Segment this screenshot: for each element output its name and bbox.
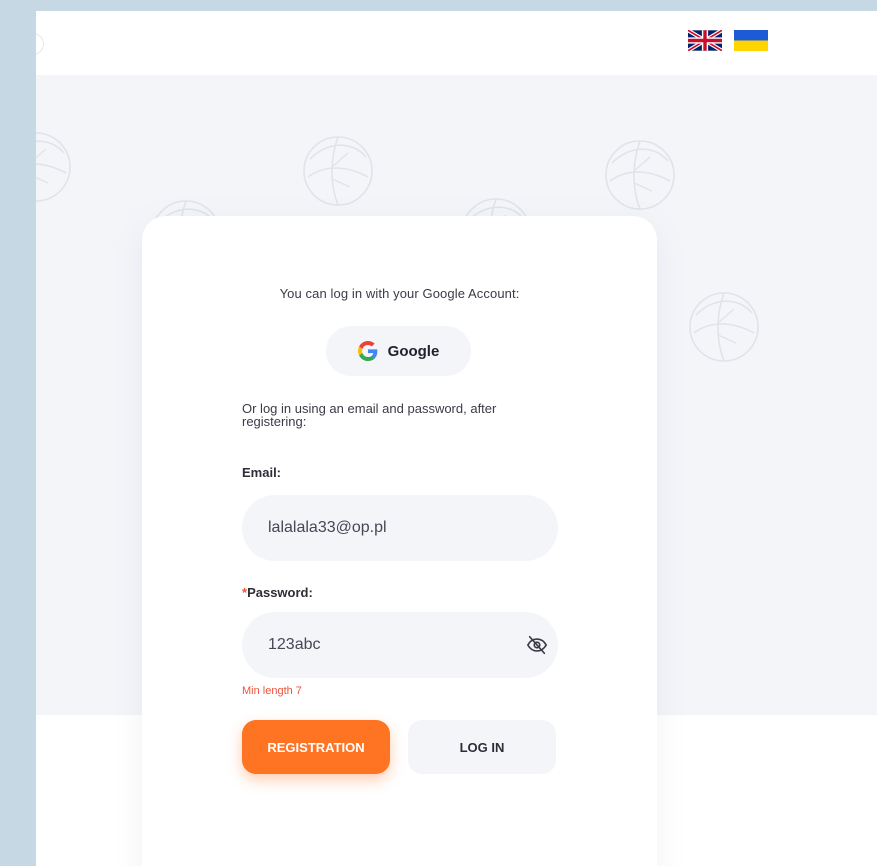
language-uk-button[interactable] xyxy=(734,30,768,51)
google-login-button[interactable]: Google xyxy=(326,326,471,376)
uk-flag-icon xyxy=(688,30,722,51)
email-label: Email: xyxy=(242,465,282,480)
header xyxy=(36,11,877,75)
login-button[interactable]: LOG IN xyxy=(408,720,556,774)
logo xyxy=(36,33,44,55)
password-label-row: *Password: xyxy=(242,585,313,600)
ukraine-flag-icon xyxy=(734,30,768,51)
password-label: Password: xyxy=(247,585,313,600)
password-input[interactable] xyxy=(242,612,558,678)
email-login-prompt: Or log in using an email and password, a… xyxy=(242,401,497,429)
app-window: You can log in with your Google Account:… xyxy=(36,11,877,866)
registration-button[interactable]: REGISTRATION xyxy=(242,720,390,774)
password-visibility-toggle[interactable] xyxy=(526,634,548,656)
password-error: Min length 7 xyxy=(242,685,302,697)
language-en-button[interactable] xyxy=(688,30,722,51)
google-button-label: Google xyxy=(387,342,440,360)
login-card: You can log in with your Google Account:… xyxy=(142,216,657,866)
google-icon xyxy=(357,341,378,361)
google-login-prompt: You can log in with your Google Account: xyxy=(279,286,520,301)
eye-slash-icon xyxy=(526,635,548,655)
email-input[interactable] xyxy=(242,495,558,561)
